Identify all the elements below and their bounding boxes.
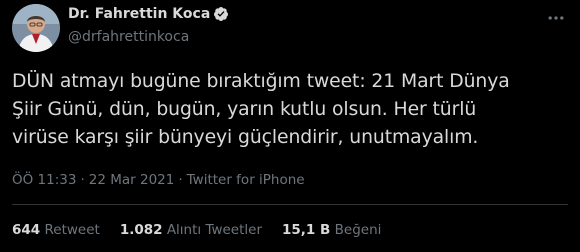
tweet-meta: ÖÖ 11:33 · 22 Mar 2021 · Twitter for iPhone — [12, 172, 305, 188]
author-handle[interactable]: @drfahrettinkoca — [68, 29, 189, 45]
meta-separator: · — [178, 172, 183, 188]
tweet-time[interactable]: ÖÖ 11:33 — [12, 172, 76, 188]
retweets-label: Retweet — [44, 222, 100, 238]
quotes-count: 1.082 — [119, 222, 163, 238]
tweet-text-line: DÜN atmayı bugüne bıraktığım tweet: 21 M… — [12, 71, 510, 92]
tweet-text-line: Şiir Günü, dün, bugün, yarın kutlu olsun… — [12, 99, 477, 120]
meta-separator: · — [80, 172, 85, 188]
tweet-date[interactable]: 22 Mar 2021 — [89, 172, 175, 188]
tweet-source[interactable]: Twitter for iPhone — [187, 172, 305, 188]
author-name-row[interactable]: Dr. Fahrettin Koca — [68, 6, 229, 22]
likes-stat[interactable]: 15,1 B Beğeni — [282, 222, 381, 238]
tweet-card: Dr. Fahrettin Koca @drfahrettinkoca DÜN … — [0, 0, 580, 252]
likes-label: Beğeni — [334, 222, 382, 238]
tweet-stats: 644 Retweet 1.082 Alıntı Tweetler 15,1 B… — [12, 222, 401, 238]
tweet-text: DÜN atmayı bugüne bıraktığım tweet: 21 M… — [12, 68, 568, 152]
quotes-label: Alıntı Tweetler — [166, 222, 263, 238]
more-options-icon[interactable] — [544, 6, 568, 30]
quotes-stat[interactable]: 1.082 Alıntı Tweetler — [120, 222, 262, 238]
likes-count: 15,1 B — [282, 222, 331, 238]
avatar[interactable] — [12, 4, 60, 52]
author-name[interactable]: Dr. Fahrettin Koca — [68, 6, 210, 22]
divider — [12, 204, 568, 205]
verified-badge-icon — [213, 6, 229, 22]
retweets-stat[interactable]: 644 Retweet — [12, 222, 100, 238]
tweet-text-line: virüse karşı şiir bünyeyi güçlendirir, u… — [12, 127, 479, 148]
retweets-count: 644 — [12, 222, 41, 238]
